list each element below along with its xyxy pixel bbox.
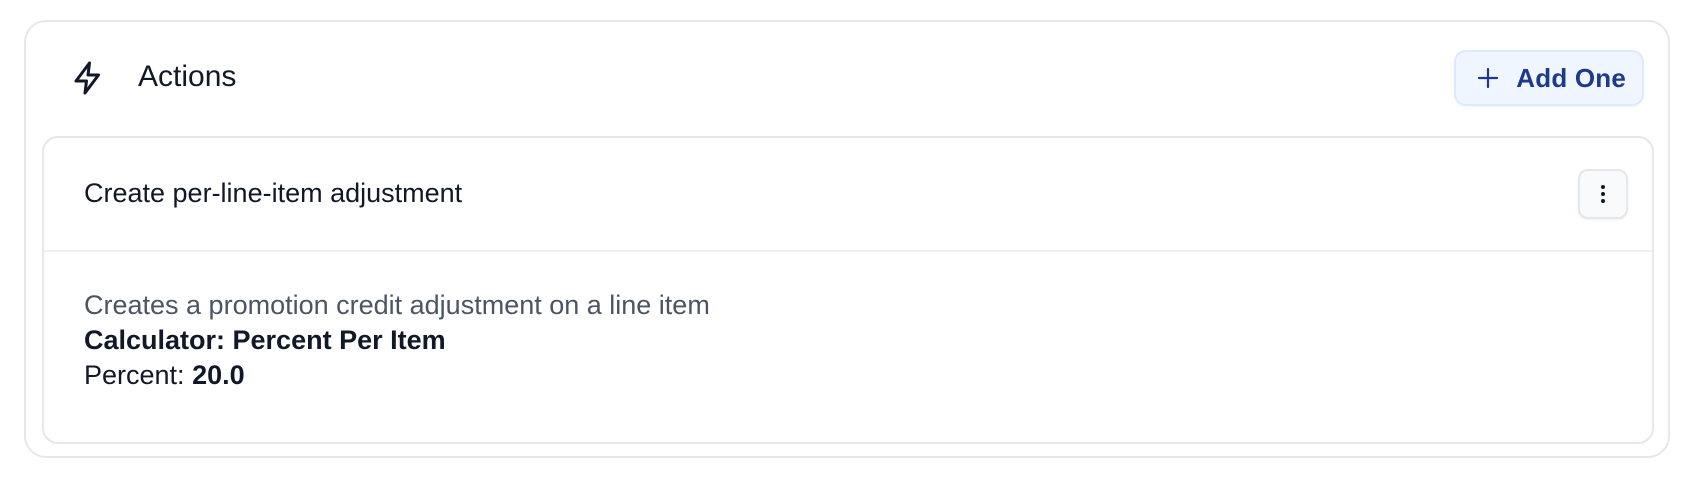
action-card: Create per-line-item adjustment Creates …	[42, 136, 1654, 444]
add-one-button-label: Add One	[1516, 62, 1626, 93]
plus-icon	[1476, 66, 1500, 90]
percent-value: 20.0	[192, 360, 245, 390]
action-menu-button[interactable]	[1578, 169, 1628, 219]
action-card-header: Create per-line-item adjustment	[44, 138, 1652, 252]
more-vertical-icon	[1591, 182, 1615, 206]
lightning-bolt-icon	[70, 60, 106, 96]
action-card-body: Creates a promotion credit adjustment on…	[84, 288, 1612, 393]
actions-panel: Actions Add One Create per-line-item adj…	[24, 20, 1670, 458]
add-one-button[interactable]: Add One	[1454, 50, 1644, 106]
percent-row: Percent: 20.0	[84, 358, 1612, 393]
actions-panel-header: Actions Add One	[26, 22, 1668, 136]
action-description: Creates a promotion credit adjustment on…	[84, 290, 710, 320]
percent-label: Percent:	[84, 360, 193, 390]
calculator-label: Calculator: Percent Per Item	[84, 325, 446, 355]
action-card-title: Create per-line-item adjustment	[84, 178, 463, 208]
section-title: Actions	[138, 60, 237, 93]
